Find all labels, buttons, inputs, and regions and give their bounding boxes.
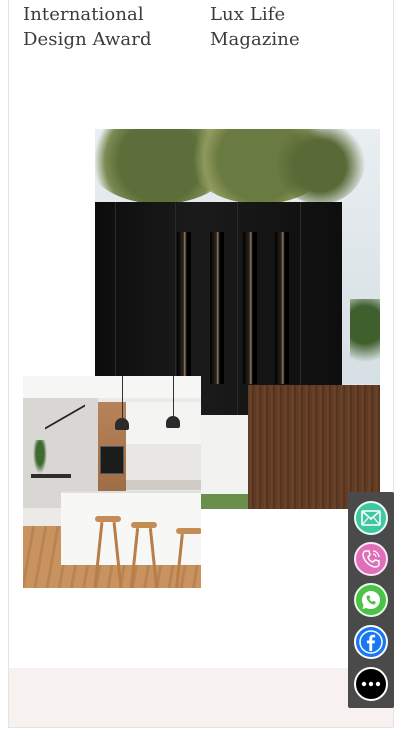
kitchen-pendant-light — [166, 416, 180, 428]
kitchen-pendant-light — [115, 418, 129, 430]
kitchen-pendant-cord — [173, 376, 174, 416]
kitchen-stool — [131, 522, 157, 528]
kitchen-ceiling — [23, 376, 201, 398]
kitchen-counter — [126, 480, 201, 490]
award-line: Lux Life — [210, 4, 286, 25]
kitchen-stool — [176, 528, 201, 534]
photo-window-slat — [243, 232, 257, 384]
phone-icon — [362, 550, 380, 568]
award-international-design: International Design Award — [23, 2, 152, 52]
photo-timber-cladding — [248, 385, 380, 509]
kitchen-pendant-cord — [122, 376, 123, 418]
more-options-button[interactable] — [354, 667, 388, 701]
photo-window-slat — [177, 232, 191, 384]
whatsapp-icon — [362, 591, 380, 609]
award-lux-life: Lux Life Magazine — [210, 2, 300, 52]
more-icon — [361, 681, 381, 687]
whatsapp-button[interactable] — [354, 583, 388, 617]
photo-panel-line — [300, 202, 301, 415]
kitchen-plant — [33, 440, 47, 474]
photo-window-slat — [210, 232, 224, 384]
footer-band — [9, 668, 393, 727]
photo-palm — [350, 299, 380, 385]
kitchen-dining-table — [31, 474, 71, 478]
kitchen-upper-cabinets — [126, 402, 201, 445]
kitchen-stool — [95, 516, 121, 522]
photo-window-slat — [275, 232, 289, 384]
photo-lawn — [200, 494, 248, 509]
phone-button[interactable] — [354, 542, 388, 576]
kitchen-interior-photo — [23, 376, 201, 588]
photo-panel-line — [237, 202, 238, 415]
kitchen-oven — [100, 446, 124, 474]
kitchen-backsplash — [126, 444, 201, 482]
award-line: Magazine — [210, 29, 300, 50]
award-line: Design Award — [23, 29, 152, 50]
award-line: International — [23, 4, 144, 25]
email-icon — [361, 510, 381, 526]
facebook-button[interactable] — [354, 625, 388, 659]
floating-contact-bar — [348, 492, 394, 708]
email-button[interactable] — [354, 501, 388, 535]
facebook-icon — [359, 630, 383, 654]
